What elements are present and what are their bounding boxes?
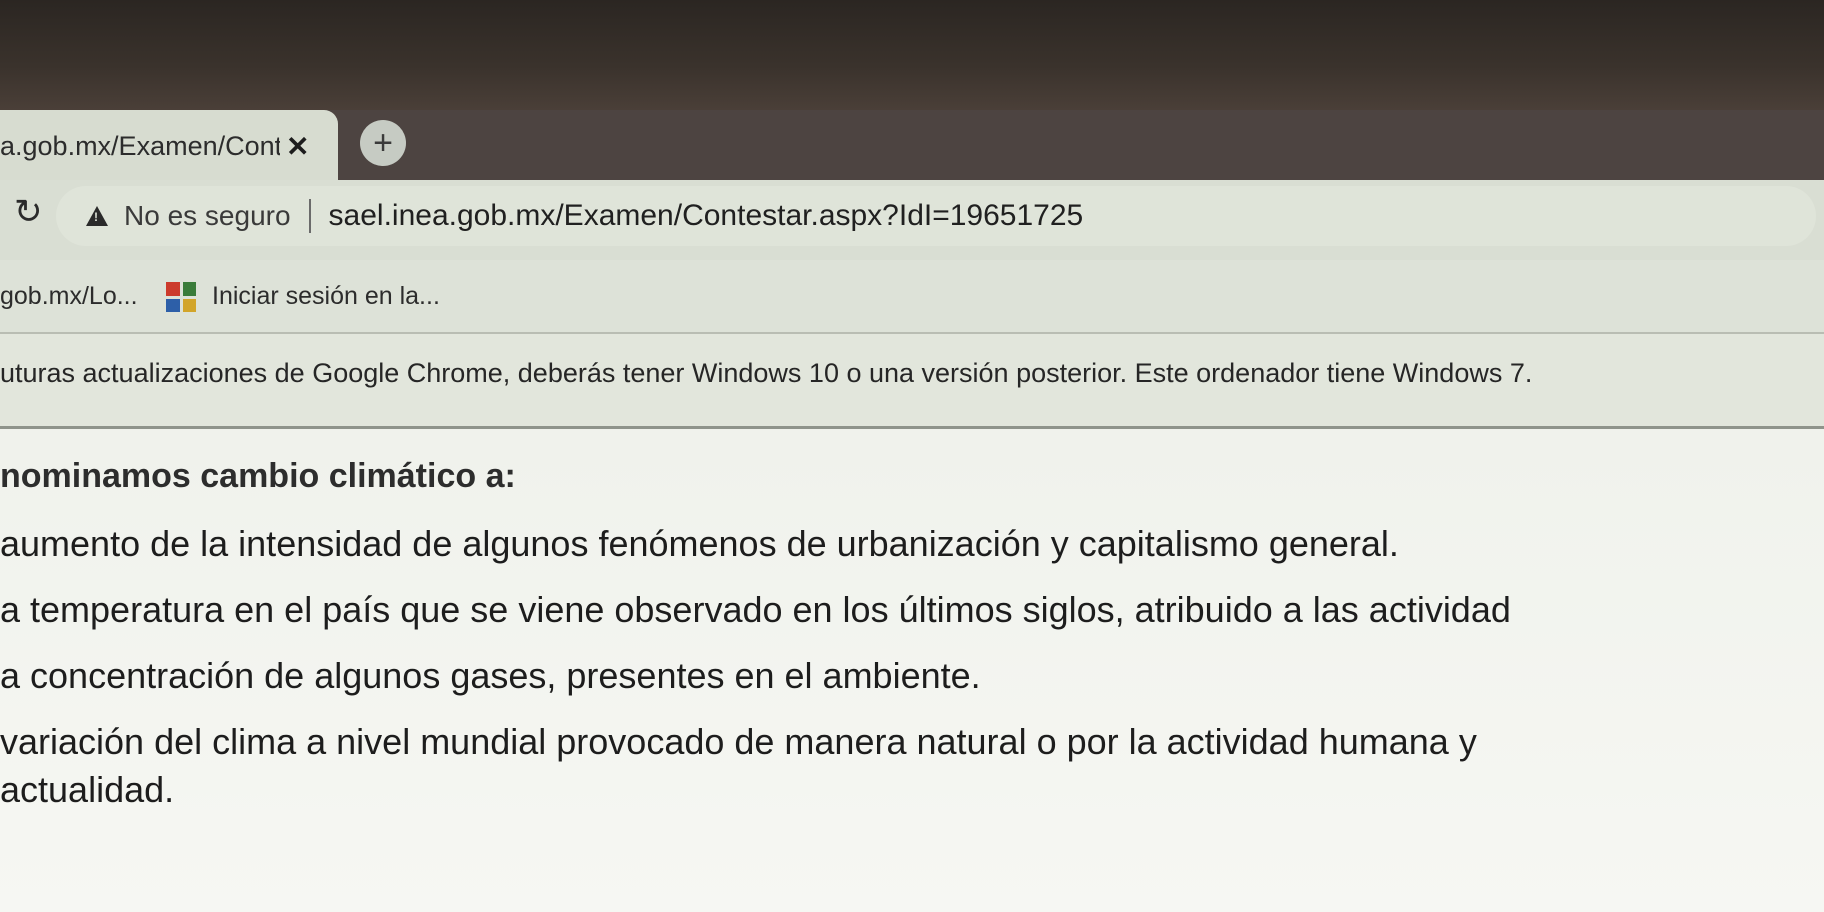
answer-option-d-continuation[interactable]: actualidad. — [0, 769, 174, 811]
tab-title: a.gob.mx/Examen/Contes — [0, 130, 280, 161]
tab-active[interactable]: a.gob.mx/Examen/Contes ✕ — [0, 110, 338, 182]
tab-strip: a.gob.mx/Examen/Contes ✕ + — [0, 110, 1824, 182]
question-text: nominamos cambio climático a: — [0, 457, 516, 495]
security-label[interactable]: No es seguro — [124, 200, 291, 232]
reload-icon: ↻ — [14, 193, 43, 231]
bookmarks-bar: gob.mx/Lo... Iniciar sesión en la... — [0, 260, 1824, 334]
bookmark-item-gobmx[interactable]: gob.mx/Lo... — [0, 282, 138, 311]
answer-option-b[interactable]: a temperatura en el país que se viene ob… — [0, 589, 1511, 631]
url-text[interactable]: sael.inea.gob.mx/Examen/Contestar.aspx?I… — [329, 199, 1084, 233]
divider — [308, 199, 311, 233]
info-bar-message: uturas actualizaciones de Google Chrome,… — [0, 358, 1533, 388]
exam-content: nominamos cambio climático a: aumento de… — [0, 429, 1824, 912]
close-icon[interactable]: ✕ — [286, 130, 309, 163]
monitor-bezel — [0, 0, 1824, 110]
screen: a.gob.mx/Examen/Contes ✕ + ↻ No es segur… — [0, 0, 1824, 912]
new-tab-button[interactable]: + — [360, 120, 406, 166]
answer-option-d[interactable]: variación del clima a nivel mundial prov… — [0, 721, 1477, 763]
reload-button[interactable]: ↻ — [14, 192, 43, 232]
address-bar[interactable]: No es seguro sael.inea.gob.mx/Examen/Con… — [56, 186, 1816, 246]
bookmark-favicon-icon — [166, 282, 196, 312]
warning-icon[interactable] — [86, 206, 108, 226]
plus-icon: + — [373, 123, 393, 162]
answer-option-a[interactable]: aumento de la intensidad de algunos fenó… — [0, 523, 1399, 565]
toolbar: ↻ No es seguro sael.inea.gob.mx/Examen/C… — [0, 180, 1824, 260]
info-bar: uturas actualizaciones de Google Chrome,… — [0, 334, 1824, 429]
bookmark-item-iniciar-sesion[interactable]: Iniciar sesión en la... — [212, 282, 440, 311]
answer-option-c[interactable]: a concentración de algunos gases, presen… — [0, 655, 981, 697]
